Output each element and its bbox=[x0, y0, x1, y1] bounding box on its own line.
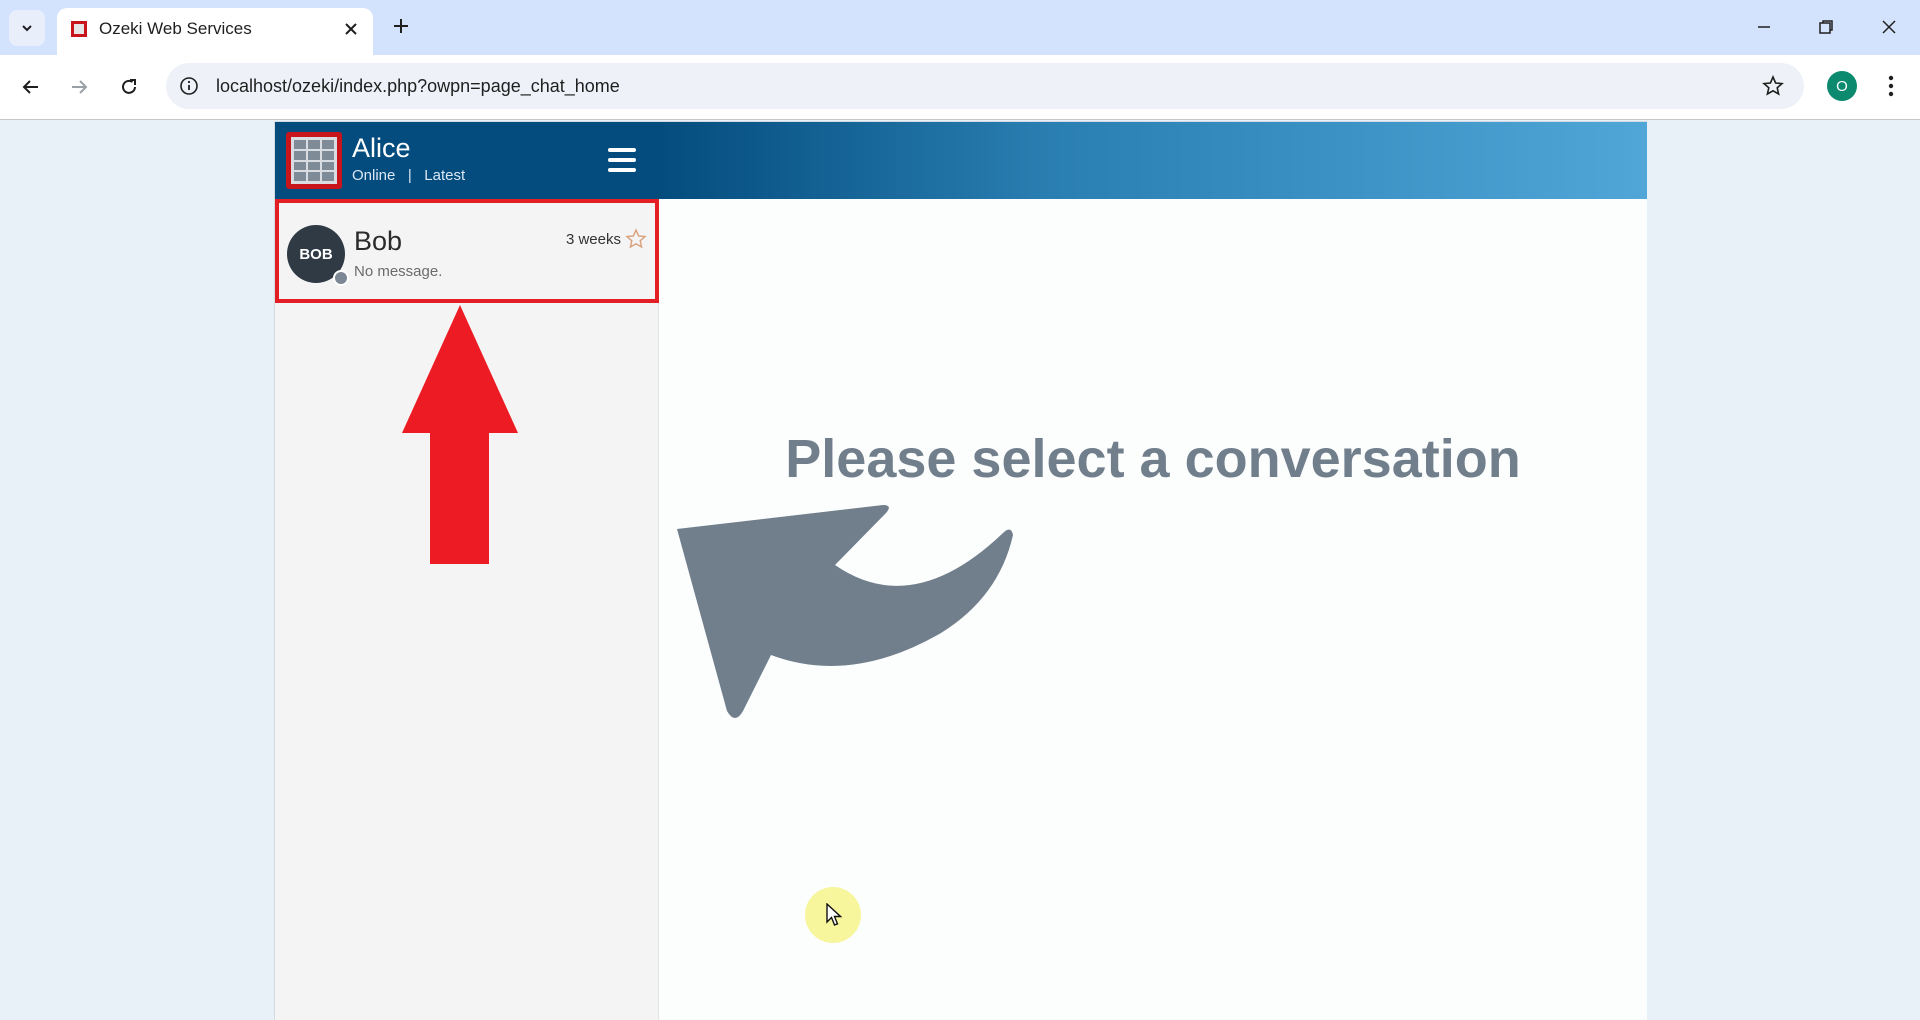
browser-menu-button[interactable] bbox=[1876, 69, 1906, 103]
reload-button[interactable] bbox=[110, 68, 148, 106]
tab-search-button[interactable] bbox=[9, 10, 45, 46]
chat-header bbox=[659, 122, 1647, 199]
back-button[interactable] bbox=[12, 68, 50, 106]
ozeki-logo bbox=[286, 132, 342, 189]
favorite-star-icon[interactable] bbox=[625, 228, 647, 250]
forward-button[interactable] bbox=[60, 68, 98, 106]
bookmark-button[interactable] bbox=[1760, 73, 1786, 99]
window-close-button[interactable] bbox=[1869, 10, 1909, 44]
select-conversation-prompt: Please select a conversation bbox=[785, 429, 1521, 489]
address-bar[interactable]: localhost/ozeki/index.php?owpn=page_chat… bbox=[166, 63, 1804, 109]
browser-tab-bar: Ozeki Web Services bbox=[0, 0, 1920, 55]
browser-toolbar: localhost/ozeki/index.php?owpn=page_chat… bbox=[0, 55, 1920, 120]
current-user-name: Alice bbox=[352, 133, 411, 163]
plus-icon bbox=[394, 19, 408, 33]
arrow-right-icon bbox=[72, 80, 88, 94]
curved-arrow-annotation bbox=[677, 505, 1013, 718]
keypad-logo-icon bbox=[291, 137, 337, 184]
info-icon bbox=[180, 77, 198, 95]
minimize-icon bbox=[1758, 26, 1770, 28]
url-text[interactable]: localhost/ozeki/index.php?owpn=page_chat… bbox=[216, 75, 620, 97]
browser-tab[interactable]: Ozeki Web Services bbox=[57, 8, 373, 55]
reload-icon bbox=[122, 79, 136, 94]
tab-close-button[interactable] bbox=[339, 17, 363, 41]
conversation-sidebar: Alice Online | Latest BOB Bob 3 weeks No… bbox=[275, 122, 659, 1020]
chat-app: Alice Online | Latest BOB Bob 3 weeks No… bbox=[274, 121, 1647, 1020]
sidebar-header: Alice Online | Latest bbox=[275, 122, 659, 199]
restore-button[interactable] bbox=[1806, 10, 1846, 44]
ozeki-favicon-icon bbox=[71, 21, 87, 37]
conversation-item-bob[interactable]: BOB Bob 3 weeks No message. bbox=[275, 199, 659, 303]
site-info-button[interactable] bbox=[176, 73, 202, 99]
chat-main-panel: Please select a conversation bbox=[659, 199, 1647, 1020]
user-status-line[interactable]: Online | Latest bbox=[352, 167, 465, 185]
star-icon bbox=[1762, 75, 1784, 96]
menu-bar bbox=[608, 148, 636, 152]
hamburger-menu-button[interactable] bbox=[608, 146, 636, 174]
mouse-pointer-icon bbox=[826, 903, 842, 926]
last-message-preview: No message. bbox=[354, 263, 443, 280]
close-icon bbox=[345, 23, 357, 35]
minimize-button[interactable] bbox=[1744, 10, 1784, 44]
menu-bar bbox=[608, 158, 636, 162]
restore-icon bbox=[1819, 20, 1833, 34]
more-vertical-icon bbox=[1888, 75, 1894, 97]
red-up-arrow-annotation bbox=[402, 305, 518, 564]
new-tab-button[interactable] bbox=[386, 11, 416, 41]
profile-avatar[interactable]: O bbox=[1827, 71, 1857, 101]
contact-name: Bob bbox=[354, 226, 403, 256]
presence-dot bbox=[333, 270, 349, 286]
last-activity-time: 3 weeks bbox=[565, 231, 621, 248]
tab-title: Ozeki Web Services bbox=[99, 19, 252, 38]
arrow-left-icon bbox=[22, 80, 38, 94]
close-icon bbox=[1882, 20, 1896, 34]
menu-bar bbox=[608, 168, 636, 172]
chevron-down-icon bbox=[22, 25, 32, 32]
